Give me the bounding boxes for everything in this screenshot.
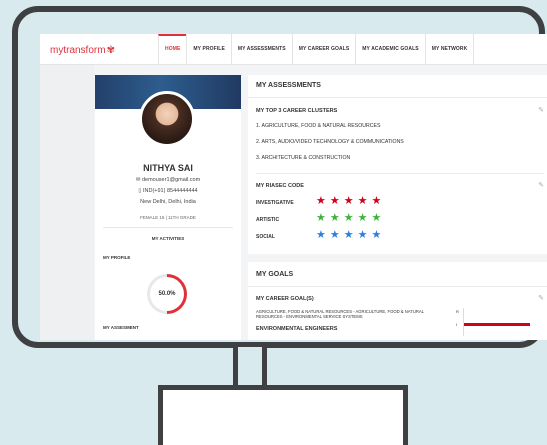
profile-email-row: ✉ demouser1@gmail.com: [95, 177, 241, 183]
profile-meta: FEMALE 16 | 11TH GRADE: [140, 215, 196, 220]
top-navbar: mytransform✾ HOME MY PROFILE MY ASSESSME…: [40, 34, 547, 65]
edit-pencil-icon[interactable]: ✎: [538, 181, 544, 189]
profile-location: New Delhi, Delhi, India: [140, 199, 196, 205]
goals-card: MY GOALS MY CAREER GOAL(S) ✎ AGRICULTURE…: [248, 262, 547, 340]
edit-pencil-icon[interactable]: ✎: [538, 294, 544, 302]
my-assessment-label: MY ASSESMENT: [103, 325, 139, 330]
profile-card: NITHYA SAI ✉ demouser1@gmail.com ▯ IND(+…: [95, 75, 241, 340]
nav-home[interactable]: HOME: [158, 34, 187, 64]
cluster-item: 2. ARTS, AUDIO/VIDEO TECHNOLOGY & COMMUN…: [256, 139, 404, 145]
assessments-card: MY ASSESSMENTS MY TOP 3 CAREER CLUSTERS …: [248, 75, 547, 254]
app-screen: mytransform✾ HOME MY PROFILE MY ASSESSME…: [40, 34, 547, 340]
flower-icon: ✾: [106, 45, 115, 56]
profile-phone: IND(+91) 8544444444: [142, 188, 198, 194]
riasec-label-artistic: ARTISTIC: [256, 217, 280, 223]
profile-email: demouser1@gmail.com: [141, 177, 201, 183]
nav-my-profile[interactable]: MY PROFILE: [186, 34, 230, 64]
main-content: NITHYA SAI ✉ demouser1@gmail.com ▯ IND(+…: [40, 65, 547, 340]
monitor-frame: mytransform✾ HOME MY PROFILE MY ASSESSME…: [12, 6, 547, 348]
goals-title: MY GOALS: [256, 271, 294, 278]
main-nav: HOME MY PROFILE MY ASSESSMENTS MY CAREER…: [158, 34, 475, 64]
goal-axis-label-r: R: [456, 309, 459, 314]
nav-my-assessments[interactable]: MY ASSESSMENTS: [230, 34, 292, 64]
profile-name: NITHYA SAI: [143, 163, 193, 173]
career-goals-title: MY CAREER GOAL(S): [256, 296, 314, 302]
left-gutter: [40, 65, 94, 340]
goal-bar: [464, 323, 530, 326]
career-goal-path: AGRICULTURE, FOOD & NATURAL RESOURCES - …: [256, 309, 424, 319]
divider: [248, 97, 547, 98]
nav-my-academic-goals[interactable]: MY ACADEMIC GOALS: [355, 34, 424, 64]
assessments-title: MY ASSESSMENTS: [256, 82, 321, 89]
goal-axis-label-i: I: [456, 322, 458, 327]
divider: [256, 173, 544, 174]
edit-pencil-icon[interactable]: ✎: [538, 106, 544, 114]
top-clusters-title: MY TOP 3 CAREER CLUSTERS: [256, 108, 338, 114]
star-rating-social: ★★★★★: [316, 229, 386, 241]
my-profile-label: MY PROFILE: [103, 255, 131, 260]
monitor-base: [158, 385, 408, 445]
riasec-label-social: SOCIAL: [256, 234, 275, 240]
profile-phone-row: ▯ IND(+91) 8544444444: [95, 188, 241, 194]
cluster-item: 3. ARCHITECTURE & CONSTRUCTION: [256, 155, 351, 161]
profile-progress-value: 50.0%: [150, 277, 184, 311]
goal-chart-axis: [463, 308, 464, 336]
divider: [103, 227, 233, 228]
cluster-item: 1. AGRICULTURE, FOOD & NATURAL RESOURCES: [256, 123, 381, 129]
nav-my-network[interactable]: MY NETWORK: [424, 34, 474, 64]
divider: [248, 286, 547, 287]
logo[interactable]: mytransform✾: [50, 45, 115, 56]
avatar: [139, 91, 195, 147]
logo-text: mytransform: [50, 45, 106, 56]
riasec-label-investigative: INVESTIGATIVE: [256, 200, 294, 206]
profile-progress-ring: 50.0%: [147, 274, 187, 314]
riasec-title: MY RIASEC CODE: [256, 183, 304, 189]
star-rating-investigative: ★★★★★: [316, 195, 386, 207]
nav-divider: [473, 34, 475, 64]
my-activities-label[interactable]: MY ACTIVITIES: [95, 236, 241, 241]
nav-my-career-goals[interactable]: MY CAREER GOALS: [291, 34, 356, 64]
career-goal-name: ENVIRONMENTAL ENGINEERS: [256, 326, 338, 332]
star-rating-artistic: ★★★★★: [316, 212, 386, 224]
